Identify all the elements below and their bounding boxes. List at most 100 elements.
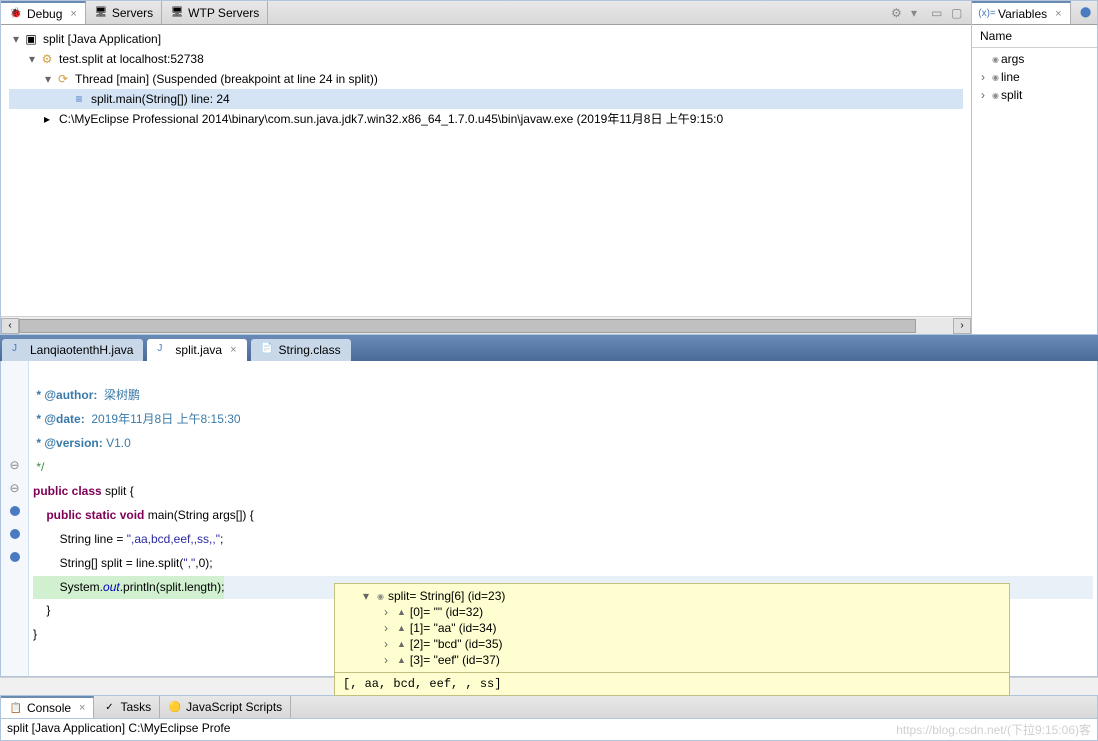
tree-node-frame[interactable]: ≡ split.main(String[]) line: 24 xyxy=(9,89,963,109)
array-elem-icon: ▲ xyxy=(397,623,406,633)
doc-tag: * @date: xyxy=(33,412,85,426)
tab-breakpoints[interactable]: ⬤ xyxy=(1071,1,1098,24)
breakpoint-icon[interactable] xyxy=(10,552,20,562)
column-header-name[interactable]: Name xyxy=(972,25,1097,48)
expander-icon[interactable]: ▾ xyxy=(41,69,55,89)
keyword: public class xyxy=(33,484,105,498)
tab-variables[interactable]: (x)= Variables × xyxy=(972,1,1071,24)
editor-tab[interactable]: J LanqiaotenthH.java xyxy=(2,339,143,361)
params: (String args[]) { xyxy=(174,508,254,522)
node-label: C:\MyEclipse Professional 2014\binary\co… xyxy=(59,109,723,129)
popup-content[interactable]: ▾ ◉ split= String[6] (id=23) ›▲[0]= "" (… xyxy=(335,584,1009,672)
console-output: split [Java Application] C:\MyEclipse Pr… xyxy=(0,719,1098,741)
doc-value: 2019年11月8日 上午8:15:30 xyxy=(85,412,241,426)
expander-icon[interactable]: ▾ xyxy=(359,589,373,603)
tab-debug[interactable]: 🐞 Debug × xyxy=(1,1,86,24)
java-file-icon: J xyxy=(12,343,26,357)
scroll-right-button[interactable]: › xyxy=(953,318,971,334)
breakpoint-icon[interactable] xyxy=(10,529,20,539)
close-icon[interactable]: × xyxy=(1055,8,1061,20)
maximize-icon[interactable]: ▢ xyxy=(951,6,965,20)
expander-icon[interactable]: ▾ xyxy=(25,49,39,69)
fold-icon[interactable]: ⊖ xyxy=(9,458,19,472)
brace: } xyxy=(33,603,50,617)
tab-console[interactable]: 📋 Console × xyxy=(1,696,94,718)
brace: { xyxy=(126,484,133,498)
editor-gutter[interactable]: ⊖ ⊖ xyxy=(1,361,29,676)
popup-label: [2]= "bcd" (id=35) xyxy=(410,637,503,651)
scroll-left-button[interactable]: ‹ xyxy=(1,318,19,334)
exe-icon: ▸ xyxy=(39,109,55,129)
breakpoint-icon[interactable] xyxy=(10,506,20,516)
popup-item[interactable]: ›▲[2]= "bcd" (id=35) xyxy=(339,636,1005,652)
tab-wtp-servers[interactable]: 🖥 WTP Servers xyxy=(162,1,268,24)
string-literal: "," xyxy=(183,556,195,570)
server-icon: 🖥 xyxy=(94,6,108,20)
indent xyxy=(33,508,46,522)
close-icon[interactable]: × xyxy=(230,344,236,356)
breakpoints-icon: ⬤ xyxy=(1079,6,1093,20)
view-toolbar: ⚙ ▾ ▭ ▢ xyxy=(891,6,971,20)
doc-value: V1.0 xyxy=(103,436,131,450)
code-text: System. xyxy=(33,580,103,594)
variable-item[interactable]: ◉ args xyxy=(972,50,1097,68)
popup-root[interactable]: ▾ ◉ split= String[6] (id=23) xyxy=(339,588,1005,604)
console-icon: 📋 xyxy=(9,701,23,715)
tab-label: LanqiaotenthH.java xyxy=(30,343,133,357)
tab-servers[interactable]: 🖥 Servers xyxy=(86,1,162,24)
var-icon: ◉ xyxy=(377,592,384,601)
minimize-icon[interactable]: ▭ xyxy=(931,6,945,20)
tree-node-process[interactable]: ▾ ⚙ test.split at localhost:52738 xyxy=(9,49,963,69)
scroll-track[interactable] xyxy=(19,318,953,334)
popup-item[interactable]: ›▲[3]= "eef" (id=37) xyxy=(339,652,1005,668)
debug-tree[interactable]: ▾ ▣ split [Java Application] ▾ ⚙ test.sp… xyxy=(1,25,971,316)
tree-node-thread[interactable]: ▾ ⟳ Thread [main] (Suspended (breakpoint… xyxy=(9,69,963,89)
var-icon: ◉ xyxy=(992,73,999,82)
variable-item[interactable]: › ◉ split xyxy=(972,86,1097,104)
popup-item[interactable]: ›▲[0]= "" (id=32) xyxy=(339,604,1005,620)
tab-label: Servers xyxy=(112,6,153,20)
tab-label: Console xyxy=(27,701,71,715)
close-icon[interactable]: × xyxy=(79,702,85,714)
semicolon: ; xyxy=(220,532,223,546)
variables-list[interactable]: ◉ args › ◉ line › ◉ split xyxy=(972,48,1097,334)
watermark-text: https://blog.csdn.net/(下拉9:15:06)客 xyxy=(896,721,1091,738)
tree-node-exe[interactable]: ▸ C:\MyEclipse Professional 2014\binary\… xyxy=(9,109,963,129)
scroll-thumb[interactable] xyxy=(19,319,916,333)
debug-view: 🐞 Debug × 🖥 Servers 🖥 WTP Servers ⚙ ▾ ▭ … xyxy=(0,0,972,335)
brace: } xyxy=(33,627,37,641)
popup-item[interactable]: ›▲[1]= "aa" (id=34) xyxy=(339,620,1005,636)
doc-end: */ xyxy=(33,460,44,474)
var-icon: ◉ xyxy=(992,55,999,64)
tree-node-app[interactable]: ▾ ▣ split [Java Application] xyxy=(9,29,963,49)
process-icon: ⚙ xyxy=(39,49,55,69)
expander-icon[interactable]: › xyxy=(379,637,393,651)
expander-icon[interactable]: › xyxy=(379,621,393,635)
expander-icon[interactable]: › xyxy=(379,653,393,667)
tab-tasks[interactable]: ✓ Tasks xyxy=(94,696,160,718)
code-text: .println(split.length); xyxy=(120,580,225,594)
variable-item[interactable]: › ◉ line xyxy=(972,68,1097,86)
node-label: split.main(String[]) line: 24 xyxy=(91,89,230,109)
fold-icon[interactable]: ⊖ xyxy=(9,481,19,495)
tab-js-scripts[interactable]: 🟡 JavaScript Scripts xyxy=(160,696,291,718)
bug-icon: 🐞 xyxy=(9,7,23,21)
horizontal-scrollbar[interactable]: ‹ › xyxy=(1,316,971,334)
variables-tabs: (x)= Variables × ⬤ xyxy=(972,1,1097,25)
stackframe-icon: ≡ xyxy=(71,89,87,109)
expander-icon[interactable]: › xyxy=(379,605,393,619)
expander-icon[interactable]: ▾ xyxy=(9,29,23,49)
debug-hover-popup: ▾ ◉ split= String[6] (id=23) ›▲[0]= "" (… xyxy=(334,583,1010,696)
editor-tab[interactable]: 📄 String.class xyxy=(251,339,351,361)
menu-icon[interactable]: ▾ xyxy=(911,6,925,20)
string-literal: ",aa,bcd,eef,,ss,," xyxy=(127,532,220,546)
server-icon: 🖥 xyxy=(170,6,184,20)
expander-icon[interactable]: › xyxy=(976,70,990,84)
tab-label: Variables xyxy=(998,7,1047,21)
close-icon[interactable]: × xyxy=(70,8,76,20)
filter-icon[interactable]: ⚙ xyxy=(891,6,905,20)
popup-tostring: [, aa, bcd, eef, , ss] xyxy=(335,672,1009,695)
code-text: ,0); xyxy=(195,556,212,570)
editor-tab[interactable]: J split.java × xyxy=(147,339,246,361)
expander-icon[interactable]: › xyxy=(976,88,990,102)
